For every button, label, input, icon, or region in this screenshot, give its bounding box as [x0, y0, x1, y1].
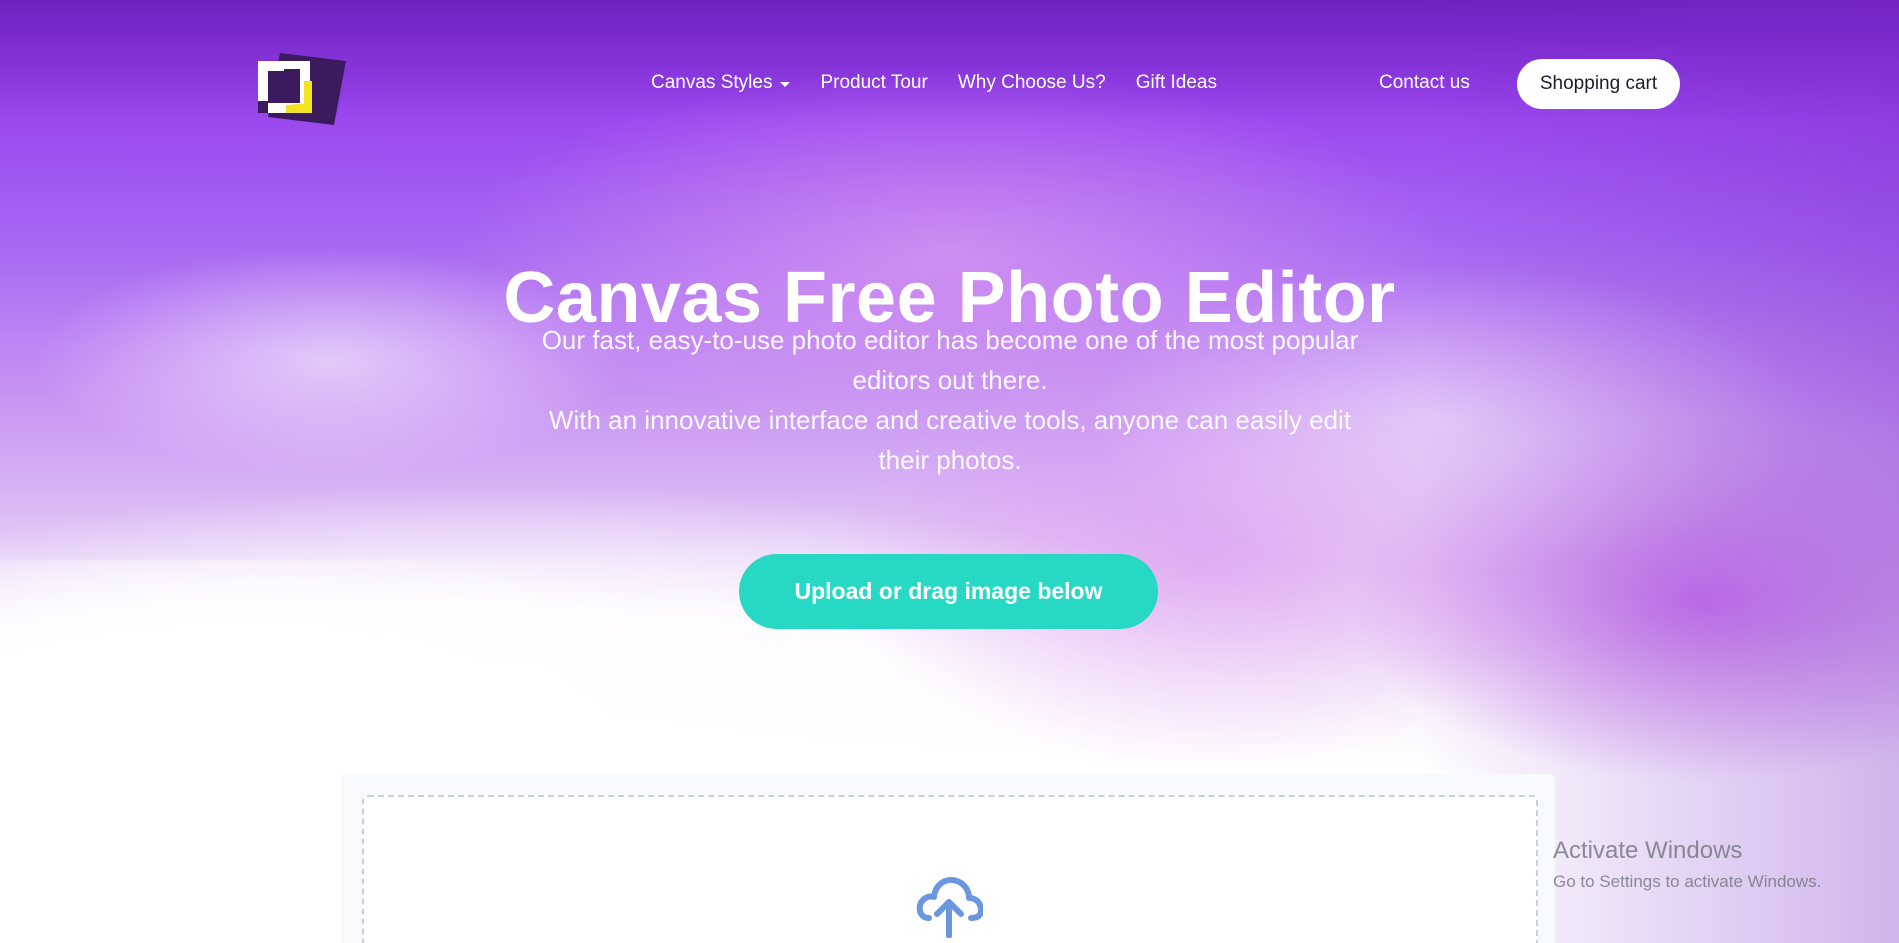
hero-description: Our fast, easy-to-use photo editor has b…: [540, 320, 1360, 480]
windows-activation-watermark: Activate Windows Go to Settings to activ…: [1553, 836, 1821, 894]
cloud-upload-icon[interactable]: [915, 872, 984, 939]
chevron-down-icon: [780, 81, 791, 87]
main-nav: Canvas Styles Product Tour Why Choose Us…: [651, 72, 1217, 94]
page: Canvas Styles Product Tour Why Choose Us…: [0, 0, 1899, 943]
canvas-logo[interactable]: [250, 47, 346, 125]
upload-image-button[interactable]: Upload or drag image below: [739, 554, 1158, 629]
nav-gift-ideas[interactable]: Gift Ideas: [1136, 72, 1217, 94]
nav-gift-ideas-label: Gift Ideas: [1135, 72, 1218, 93]
hero-paragraph-2: With an innovative interface and creativ…: [548, 405, 1352, 475]
nav-canvas-styles[interactable]: Canvas Styles: [651, 72, 791, 94]
cloud-upload-icon-graphic: [916, 877, 984, 939]
hero-paragraph-1: Our fast, easy-to-use photo editor has b…: [541, 325, 1359, 395]
nav-product-tour-label: Product Tour: [820, 72, 928, 93]
site-header: Canvas Styles Product Tour Why Choose Us…: [0, 0, 1899, 170]
canvas-logo-icon: [258, 53, 346, 125]
watermark-title: Activate Windows: [1553, 837, 1743, 864]
contact-us-link[interactable]: Contact us: [1379, 72, 1470, 94]
nav-product-tour[interactable]: Product Tour: [820, 72, 927, 94]
watermark-subtitle: Go to Settings to activate Windows.: [1553, 872, 1822, 891]
nav-canvas-styles-label: Canvas Styles: [651, 72, 773, 93]
nav-why-choose-us[interactable]: Why Choose Us?: [958, 72, 1106, 94]
nav-why-choose-us-label: Why Choose Us?: [957, 72, 1106, 93]
shopping-cart-button[interactable]: Shopping cart: [1517, 59, 1680, 109]
